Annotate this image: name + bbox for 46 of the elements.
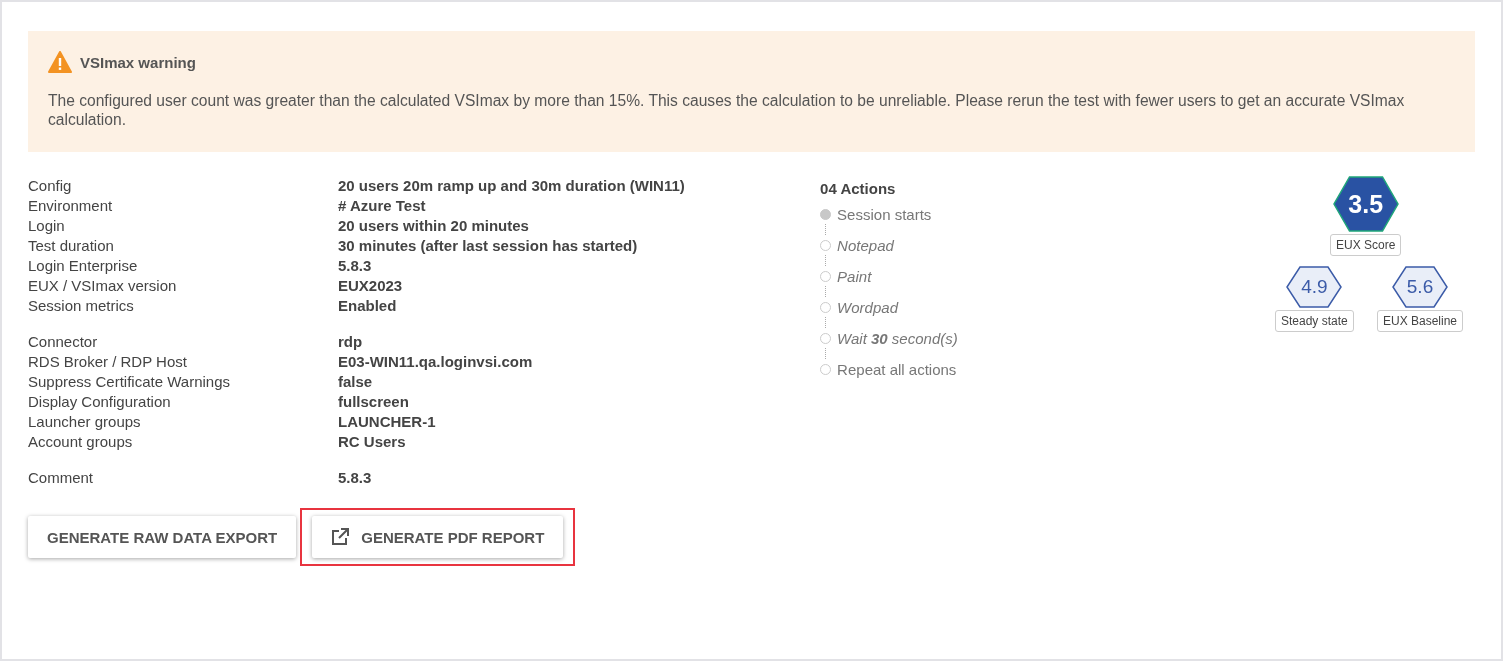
field-value: # Azure Test xyxy=(338,196,426,216)
score-label: EUX Score xyxy=(1330,234,1402,256)
score-hexagon: 4.9 xyxy=(1286,266,1343,308)
field-label: Login xyxy=(28,216,66,236)
action-label: Notepad xyxy=(837,236,894,254)
field-label: Display Configuration xyxy=(28,392,172,412)
field-label: Connector xyxy=(28,332,99,352)
field-label: Launcher groups xyxy=(28,412,142,432)
field-label: Session metrics xyxy=(28,296,135,316)
field-value: fullscreen xyxy=(338,392,409,412)
field-label: Login Enterprise xyxy=(28,256,139,276)
field-value: Enabled xyxy=(338,296,397,316)
action-label: Wordpad xyxy=(837,298,898,316)
score-hexagon: 3.5 xyxy=(1332,176,1399,232)
field-label: Comment xyxy=(28,468,95,488)
field-value: E03-WIN11.qa.loginvsi.com xyxy=(338,352,533,372)
pdf-report-button[interactable]: GENERATE PDF REPORT xyxy=(312,516,564,558)
field-label: RDS Broker / RDP Host xyxy=(28,352,188,372)
score-label: Steady state xyxy=(1275,310,1354,332)
export-button[interactable]: GENERATE RAW DATA EXPORT xyxy=(28,516,297,558)
field-value: 5.8.3 xyxy=(338,256,372,276)
action-label: Repeat all actions xyxy=(837,360,957,378)
score-label: EUX Baseline xyxy=(1377,310,1464,332)
action-label: Paint xyxy=(837,267,872,285)
field-label: Test duration xyxy=(28,236,115,256)
field-value: false xyxy=(338,372,373,392)
field-label: Suppress Certificate Warnings xyxy=(28,372,232,392)
actions-title: 04 Actions xyxy=(820,180,897,197)
field-value: LAUNCHER-1 xyxy=(338,412,436,432)
action-label: Session starts xyxy=(837,205,932,223)
warning-title: VSImax warning xyxy=(80,53,196,71)
field-value: rdp xyxy=(338,332,363,352)
field-value: 20 users within 20 minutes xyxy=(338,216,529,236)
field-value: 20 users 20m ramp up and 30m duration (WIN11) xyxy=(338,176,685,196)
field-value: 30 minutes (after last session has started) xyxy=(338,236,638,256)
warning-icon xyxy=(48,51,72,73)
score-hexagon: 5.6 xyxy=(1392,266,1448,308)
warning-message: The configured user count was greater than the calculated VSImax by more than 15%. This causes the calculation to be unreliable. Please rerun the test with fewer users to get an accurate VSImax calculation. xyxy=(48,91,1406,129)
field-value: 5.8.3 xyxy=(338,468,372,488)
field-value: RC Users xyxy=(338,432,406,452)
field-label: Environment xyxy=(28,196,114,216)
field-label: Account groups xyxy=(28,432,134,452)
field-label: EUX / VSImax version xyxy=(28,276,178,296)
action-label: Wait 30 second(s) xyxy=(837,329,958,347)
field-value: EUX2023 xyxy=(338,276,403,296)
field-label: Config xyxy=(28,176,73,196)
